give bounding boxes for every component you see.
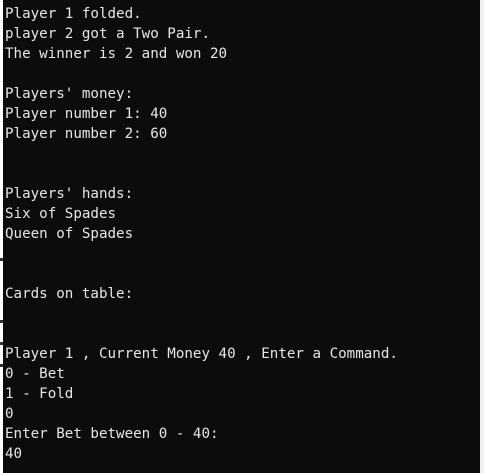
scrollbar[interactable] (480, 0, 484, 473)
console-line: Player 1 folded. (5, 6, 142, 22)
console-line: Player number 2: 60 (5, 126, 168, 142)
console-line: Players' money: (5, 86, 134, 102)
console-line: Cards on table: (5, 286, 134, 302)
console-line: Six of Spades (5, 206, 117, 222)
console-line: 0 (5, 406, 14, 422)
console-input-line[interactable]: 40 (5, 444, 22, 464)
console-line: 1 - Fold (5, 386, 74, 402)
console-line: 0 - Bet (5, 366, 65, 382)
console-line: Enter Bet between 0 - 40: (5, 426, 219, 442)
console-line: Players' hands: (5, 186, 134, 202)
console-window: Player 1 folded. player 2 got a Two Pair… (0, 0, 484, 473)
console-line: Player 1 , Current Money 40 , Enter a Co… (5, 346, 398, 362)
console-line: player 2 got a Two Pair. (5, 26, 210, 42)
console-line: The winner is 2 and won 20 (5, 46, 228, 62)
console-line: Player number 1: 40 (5, 106, 168, 122)
console-line: Queen of Spades (5, 226, 134, 242)
console-output[interactable]: Player 1 folded. player 2 got a Two Pair… (3, 0, 480, 473)
